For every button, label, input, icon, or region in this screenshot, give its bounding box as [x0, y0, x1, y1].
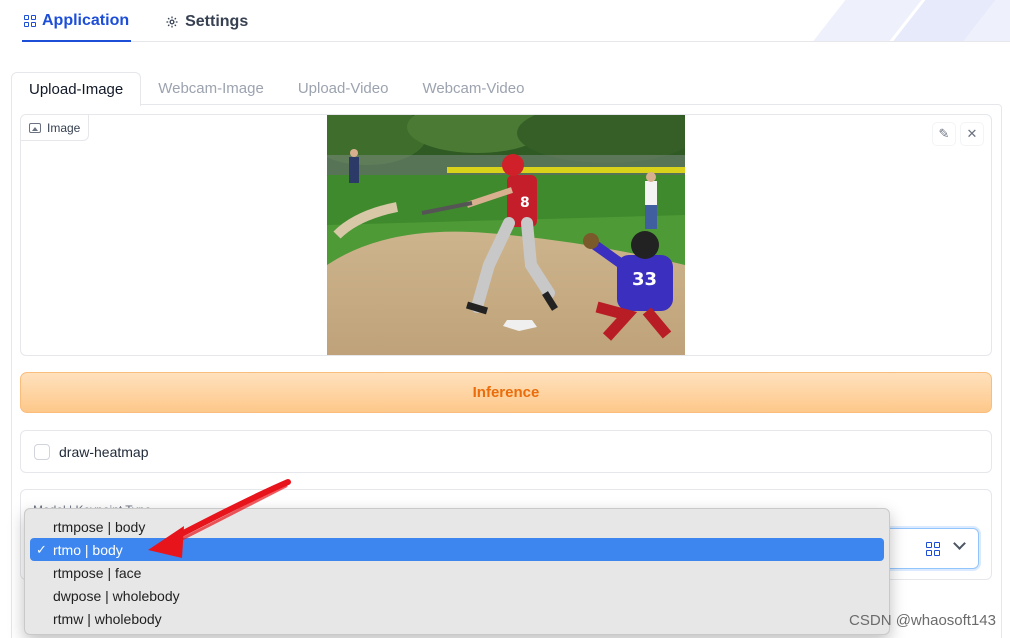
chevron-down-icon[interactable]	[953, 537, 966, 550]
tab-upload-video[interactable]: Upload-Video	[281, 72, 406, 105]
option-label: rtmw | wholebody	[53, 610, 162, 627]
annotation-arrow-icon	[148, 479, 291, 558]
option-label: rtmo | body	[53, 541, 123, 558]
option-label: rtmpose | face	[53, 564, 142, 581]
tab-webcam-video[interactable]: Webcam-Video	[405, 72, 541, 105]
top-tab-bar: Application Settings	[0, 0, 1010, 42]
grid-icon	[24, 15, 36, 27]
image-label: Image	[21, 115, 90, 141]
grid-icon	[926, 542, 940, 556]
svg-text:8: 8	[520, 195, 530, 211]
option-rtmpose-face[interactable]: rtmpose | face	[30, 561, 884, 584]
tab-webcam-image[interactable]: Webcam-Image	[141, 72, 281, 105]
tab-settings-label: Settings	[185, 13, 249, 30]
option-label: rtmpose | body	[53, 518, 146, 535]
pencil-icon[interactable]: ✎	[933, 123, 955, 145]
input-mode-tabs: Upload-Image Webcam-Image Upload-Video W…	[11, 72, 541, 106]
image-icon	[29, 122, 41, 133]
tab-application-label: Application	[42, 12, 130, 29]
tab-settings[interactable]: Settings	[163, 2, 250, 42]
watermark: CSDN @whaosoft143	[849, 612, 996, 629]
option-rtmw-wholebody[interactable]: rtmw | wholebody	[30, 607, 884, 630]
draw-heatmap-checkbox[interactable]	[34, 443, 50, 460]
image-actions: ✎ ✕	[933, 123, 983, 145]
close-icon[interactable]: ✕	[961, 123, 983, 145]
option-dwpose-wholebody[interactable]: dwpose | wholebody	[30, 584, 884, 607]
tab-upload-image[interactable]: Upload-Image	[11, 72, 142, 106]
draw-heatmap-row: draw-heatmap	[20, 430, 992, 473]
image-label-text: Image	[47, 120, 81, 135]
checkmark-icon: ✓	[36, 541, 47, 557]
tab-application[interactable]: Application	[22, 2, 132, 42]
image-upload-box[interactable]: Image ✎ ✕ 8 33	[20, 114, 992, 356]
svg-text:33: 33	[632, 269, 657, 290]
option-label: dwpose | wholebody	[53, 587, 180, 604]
gear-icon	[166, 16, 178, 28]
inference-button[interactable]: Inference	[20, 372, 992, 413]
draw-heatmap-label: draw-heatmap	[59, 443, 149, 460]
baseball-photo: 8 33	[327, 115, 685, 355]
